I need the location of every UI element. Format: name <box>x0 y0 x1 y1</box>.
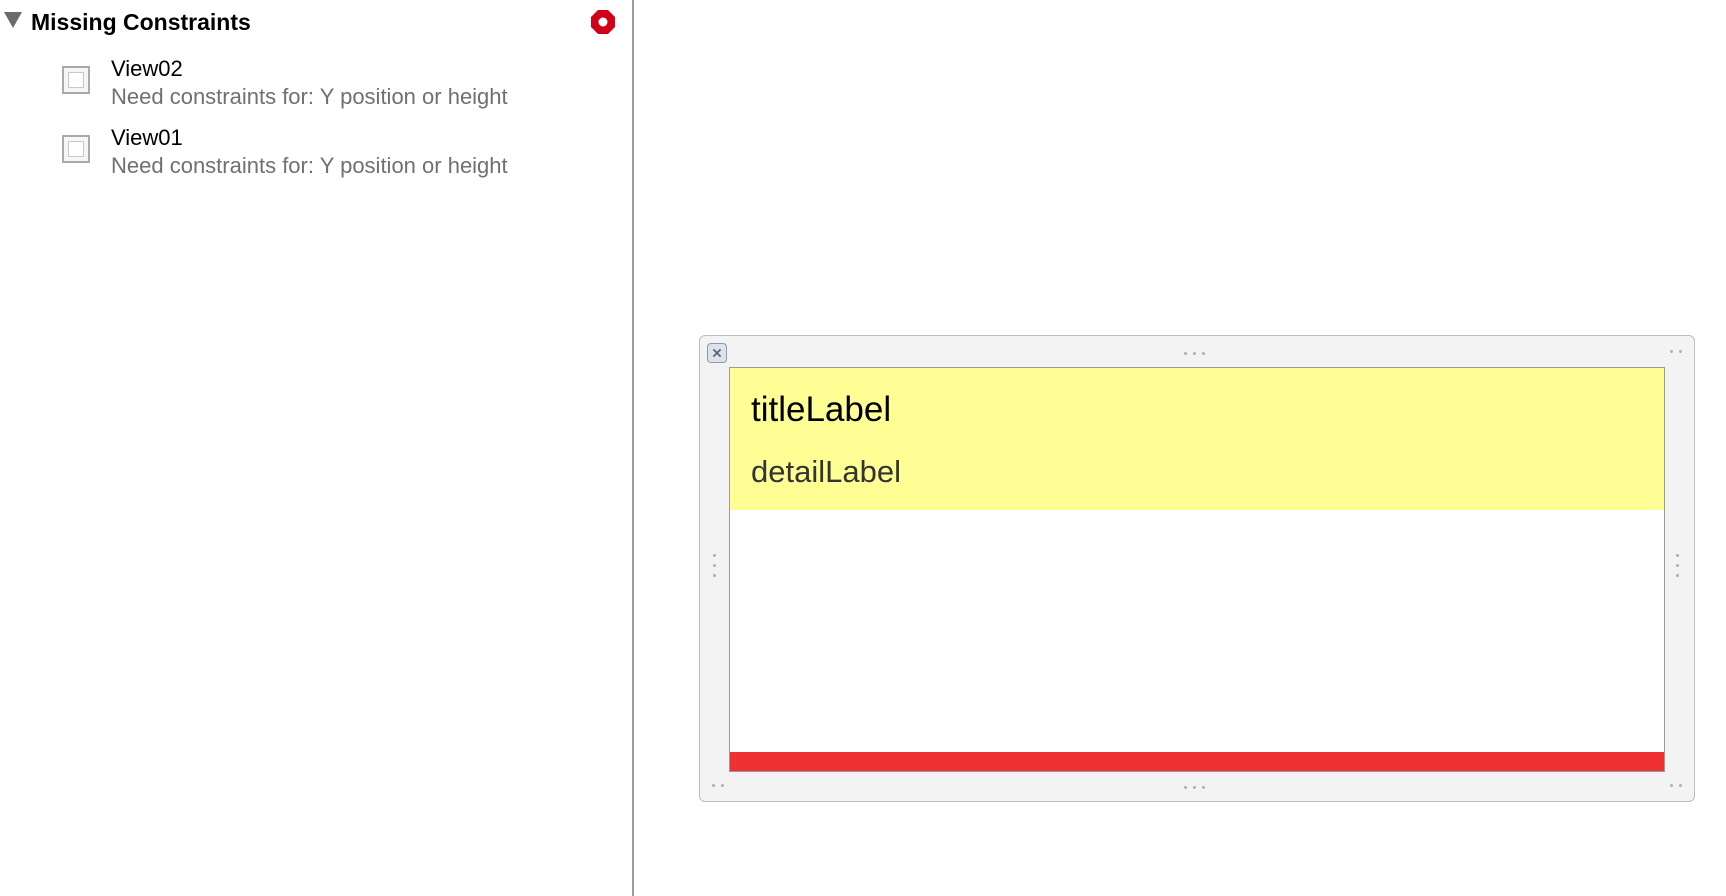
close-scene-icon[interactable] <box>707 343 727 363</box>
issue-item-view01[interactable]: View01 Need constraints for: Y position … <box>0 125 632 187</box>
error-icon <box>591 10 615 34</box>
issue-description: Need constraints for: Y position or heig… <box>111 153 508 178</box>
cell-content-view[interactable]: titleLabel detailLabel <box>729 367 1665 772</box>
disclosure-triangle-icon[interactable] <box>4 12 22 28</box>
xib-scene-frame[interactable]: titleLabel detailLabel <box>699 335 1695 802</box>
detail-label[interactable]: detailLabel <box>751 454 901 490</box>
issue-item-view02[interactable]: View02 Need constraints for: Y position … <box>0 56 632 118</box>
bottom-left-resize-handle[interactable] <box>712 784 740 790</box>
left-resize-handle[interactable] <box>713 554 719 584</box>
view01-yellow[interactable]: titleLabel detailLabel <box>730 368 1664 510</box>
top-right-resize-handle[interactable] <box>1670 350 1698 356</box>
issues-panel: Missing Constraints View02 Need constrai… <box>0 0 632 896</box>
right-resize-handle[interactable] <box>1676 554 1682 584</box>
section-title: Missing Constraints <box>31 9 251 35</box>
view-icon <box>62 135 90 163</box>
view02-red[interactable] <box>730 752 1664 771</box>
issue-view-name: View02 <box>111 56 183 81</box>
view-icon <box>62 66 90 94</box>
bottom-resize-handle[interactable] <box>1184 786 1212 792</box>
bottom-right-resize-handle[interactable] <box>1670 784 1698 790</box>
issue-view-name: View01 <box>111 125 183 150</box>
issue-description: Need constraints for: Y position or heig… <box>111 84 508 109</box>
top-resize-handle[interactable] <box>1184 352 1212 358</box>
title-label[interactable]: titleLabel <box>751 390 891 430</box>
missing-constraints-section-header[interactable]: Missing Constraints <box>0 6 632 38</box>
